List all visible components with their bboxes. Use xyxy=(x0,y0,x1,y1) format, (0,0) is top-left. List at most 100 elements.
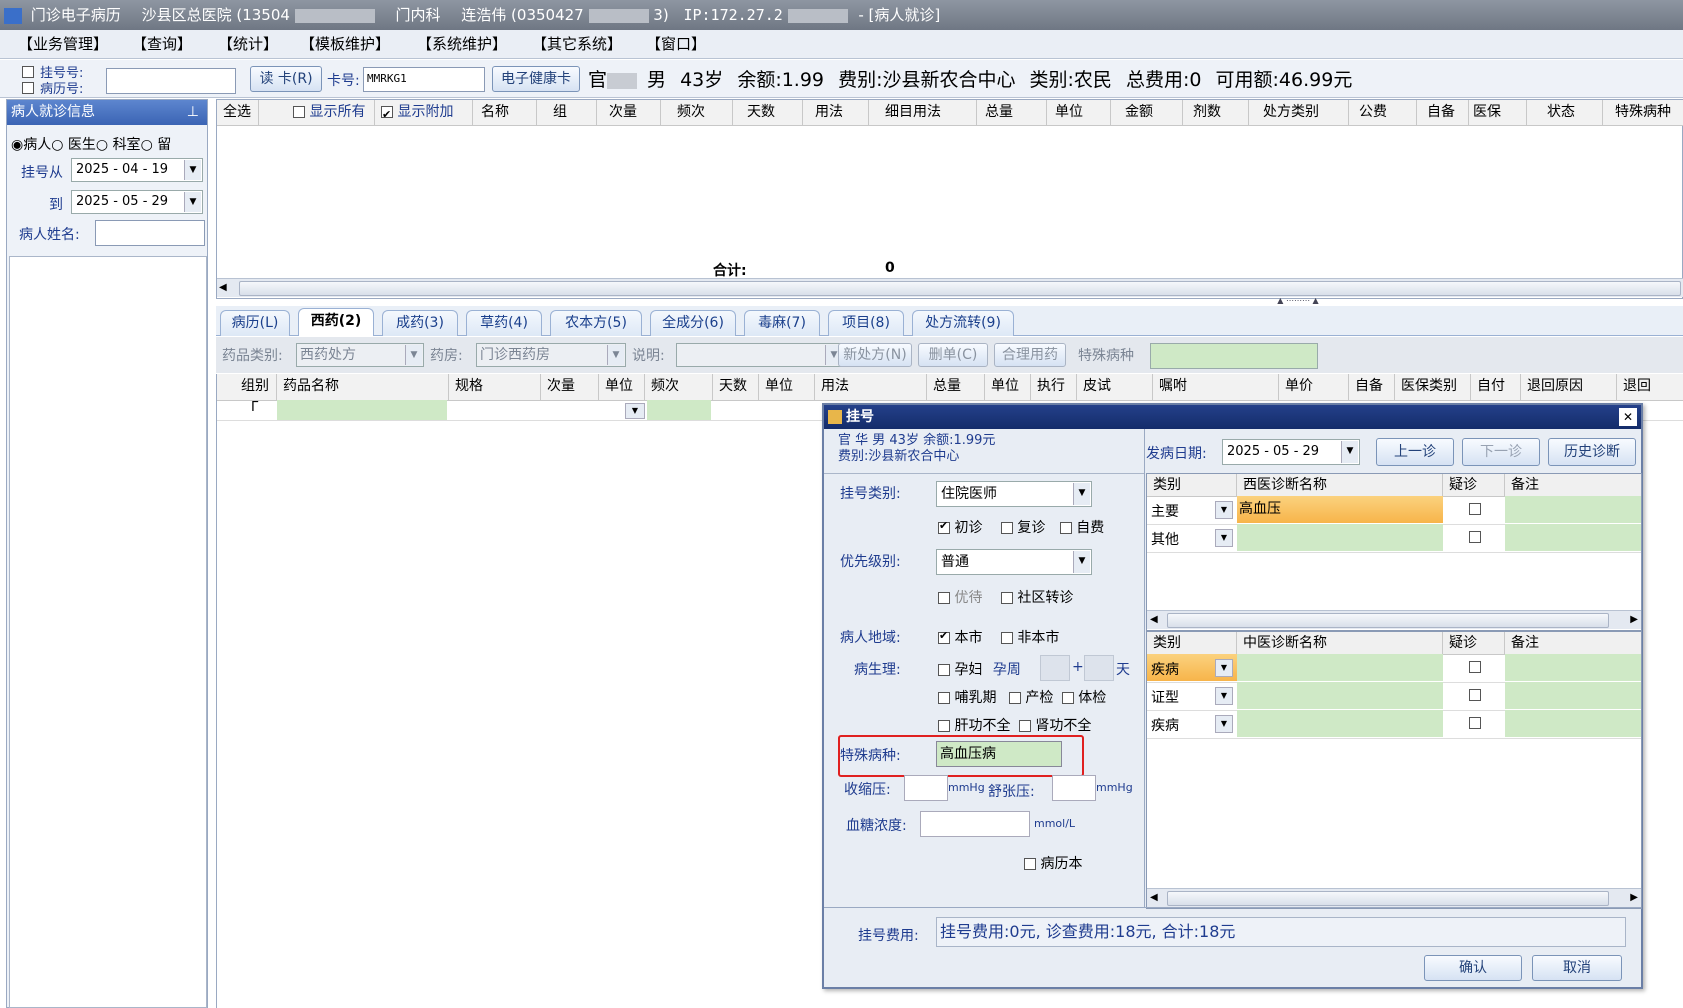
tab-narcotic[interactable]: 毒麻(7) xyxy=(744,310,820,336)
preferential-checkbox[interactable] xyxy=(938,592,950,604)
liver-checkbox[interactable] xyxy=(938,720,950,732)
dialog-special-input[interactable]: 高血压病 xyxy=(936,741,1062,767)
chevron-down-icon[interactable]: ▼ xyxy=(1341,441,1358,463)
menu-query[interactable]: 【查询】 xyxy=(132,30,192,58)
tab-western[interactable]: 西药(2) xyxy=(298,308,374,336)
rx-row-freq-cell[interactable] xyxy=(647,400,711,420)
scroll-right-icon[interactable]: ▶ xyxy=(1630,889,1638,907)
radio-stay[interactable]: ○ 留 xyxy=(141,137,172,153)
tcm-row-suspect-checkbox[interactable] xyxy=(1469,717,1481,729)
tab-rx-flow[interactable]: 处方流转(9) xyxy=(912,310,1014,336)
local-checkbox[interactable] xyxy=(938,629,950,644)
date-to-picker[interactable]: 2025 - 05 - 29 ▼ xyxy=(71,190,203,214)
horizontal-scrollbar[interactable]: ◀ xyxy=(217,278,1683,297)
menu-business[interactable]: 【业务管理】 xyxy=(18,30,108,58)
revisit-checkbox[interactable] xyxy=(1000,522,1013,534)
chevron-down-icon[interactable]: ▼ xyxy=(1073,483,1090,505)
rx-row-group-checkbox[interactable]: Γ xyxy=(251,400,258,415)
checkup-checkbox[interactable] xyxy=(1061,692,1074,704)
kidney-checkbox[interactable] xyxy=(1018,720,1031,732)
scroll-thumb[interactable] xyxy=(1167,891,1609,906)
menu-system[interactable]: 【系统维护】 xyxy=(417,30,507,58)
chevron-down-icon[interactable]: ▼ xyxy=(1215,501,1233,519)
tcm-row-name[interactable] xyxy=(1237,682,1443,709)
next-visit-button[interactable]: 下一诊 xyxy=(1462,438,1540,466)
tcm-row[interactable]: 疾病 ▼ xyxy=(1147,654,1641,683)
show-all-checkbox[interactable] xyxy=(293,106,305,118)
reg-no-input[interactable] xyxy=(106,68,236,94)
tcm-row[interactable]: 疾病 ▼ xyxy=(1147,710,1641,739)
col-show-all[interactable]: 显示所有 xyxy=(287,100,375,125)
date-from-picker[interactable]: 2025 - 04 - 19 ▼ xyxy=(71,158,203,182)
menu-template[interactable]: 【模板维护】 xyxy=(300,30,390,58)
first-visit-checkbox[interactable] xyxy=(938,519,950,534)
record-book-checkbox[interactable] xyxy=(1024,858,1036,870)
tab-herbal[interactable]: 草药(4) xyxy=(466,310,542,336)
delete-rx-button[interactable]: 删单(C) xyxy=(918,343,988,367)
tcm-row-name[interactable] xyxy=(1237,654,1443,681)
tcm-row-note[interactable] xyxy=(1505,710,1641,737)
tcm-row-name[interactable] xyxy=(1237,710,1443,737)
chevron-down-icon[interactable]: ▼ xyxy=(1215,715,1233,733)
rational-drug-button[interactable]: 合理用药 xyxy=(994,343,1066,367)
western-row-note[interactable] xyxy=(1505,496,1641,523)
western-row-name[interactable]: 高血压 xyxy=(1237,496,1443,523)
priority-select[interactable]: 普通 ▼ xyxy=(936,549,1092,575)
tcm-row[interactable]: 证型 ▼ xyxy=(1147,682,1641,711)
history-diagnosis-button[interactable]: 历史诊断 xyxy=(1548,438,1636,466)
western-row[interactable]: 其他 ▼ xyxy=(1147,524,1641,553)
chevron-down-icon[interactable]: ▼ xyxy=(184,192,201,212)
menu-other[interactable]: 【其它系统】 xyxy=(532,30,622,58)
menu-stats[interactable]: 【统计】 xyxy=(218,30,278,58)
chevron-down-icon[interactable]: ▼ xyxy=(1215,659,1233,677)
community-checkbox[interactable] xyxy=(1000,592,1013,604)
self-pay-checkbox[interactable] xyxy=(1059,522,1072,534)
confirm-button[interactable]: 确认 xyxy=(1424,955,1522,981)
reg-no-checkbox[interactable] xyxy=(22,66,34,78)
record-no-checkbox[interactable] xyxy=(22,82,34,94)
glucose-input[interactable] xyxy=(920,811,1030,837)
western-row-note[interactable] xyxy=(1505,524,1641,551)
menu-window[interactable]: 【窗口】 xyxy=(646,30,706,58)
scroll-right-icon[interactable]: ▶ xyxy=(1630,611,1638,629)
chevron-down-icon[interactable]: ▼ xyxy=(405,345,422,365)
systolic-input[interactable] xyxy=(904,775,948,801)
note-select[interactable]: ▼ xyxy=(676,343,844,367)
tab-farm[interactable]: 农本方(5) xyxy=(550,310,642,336)
card-no-input[interactable]: MMRKG1 xyxy=(363,67,485,92)
diastolic-input[interactable] xyxy=(1052,775,1096,801)
prev-visit-button[interactable]: 上一诊 xyxy=(1376,438,1454,466)
tab-record[interactable]: 病历(L) xyxy=(220,310,290,336)
radio-doctor[interactable]: ○ 医生 xyxy=(51,137,96,153)
health-card-button[interactable]: 电子健康卡 xyxy=(492,66,580,92)
chevron-down-icon[interactable]: ▼ xyxy=(1215,529,1233,547)
western-row-suspect-checkbox[interactable] xyxy=(1469,531,1481,543)
tab-patent[interactable]: 成药(3) xyxy=(382,310,458,336)
scroll-left-icon[interactable]: ◀ xyxy=(1150,889,1158,907)
read-card-button[interactable]: 读 卡(R) xyxy=(250,66,322,92)
tab-item[interactable]: 项目(8) xyxy=(828,310,904,336)
rx-row-unit-dropdown[interactable]: ▼ xyxy=(625,403,645,419)
tab-full[interactable]: 全成分(6) xyxy=(650,310,736,336)
tcm-row-suspect-checkbox[interactable] xyxy=(1469,661,1481,673)
prenatal-checkbox[interactable] xyxy=(1008,692,1021,704)
scroll-thumb[interactable] xyxy=(239,281,1681,296)
chevron-down-icon[interactable]: ▼ xyxy=(184,160,201,180)
tcm-scrollbar[interactable]: ◀ ▶ xyxy=(1147,888,1641,907)
cancel-button[interactable]: 取消 xyxy=(1532,955,1622,981)
nonlocal-checkbox[interactable] xyxy=(1000,632,1013,644)
preg-day-input[interactable] xyxy=(1084,655,1114,681)
lactation-checkbox[interactable] xyxy=(938,692,950,704)
scroll-thumb[interactable] xyxy=(1167,613,1609,628)
pharmacy-select[interactable]: 门诊西药房 ▼ xyxy=(476,343,626,367)
western-row[interactable]: 主要 ▼ 高血压 xyxy=(1147,496,1641,525)
western-scrollbar[interactable]: ◀ ▶ xyxy=(1147,610,1641,629)
chevron-down-icon[interactable]: ▼ xyxy=(1215,687,1233,705)
tcm-row-note[interactable] xyxy=(1505,654,1641,681)
col-select-all[interactable]: 全选 xyxy=(217,100,259,125)
preg-week-input[interactable] xyxy=(1040,655,1070,681)
drug-type-select[interactable]: 西药处方 ▼ xyxy=(296,343,424,367)
scroll-left-icon[interactable]: ◀ xyxy=(219,279,227,297)
chevron-down-icon[interactable]: ▼ xyxy=(607,345,624,365)
patient-list[interactable] xyxy=(9,256,207,1008)
